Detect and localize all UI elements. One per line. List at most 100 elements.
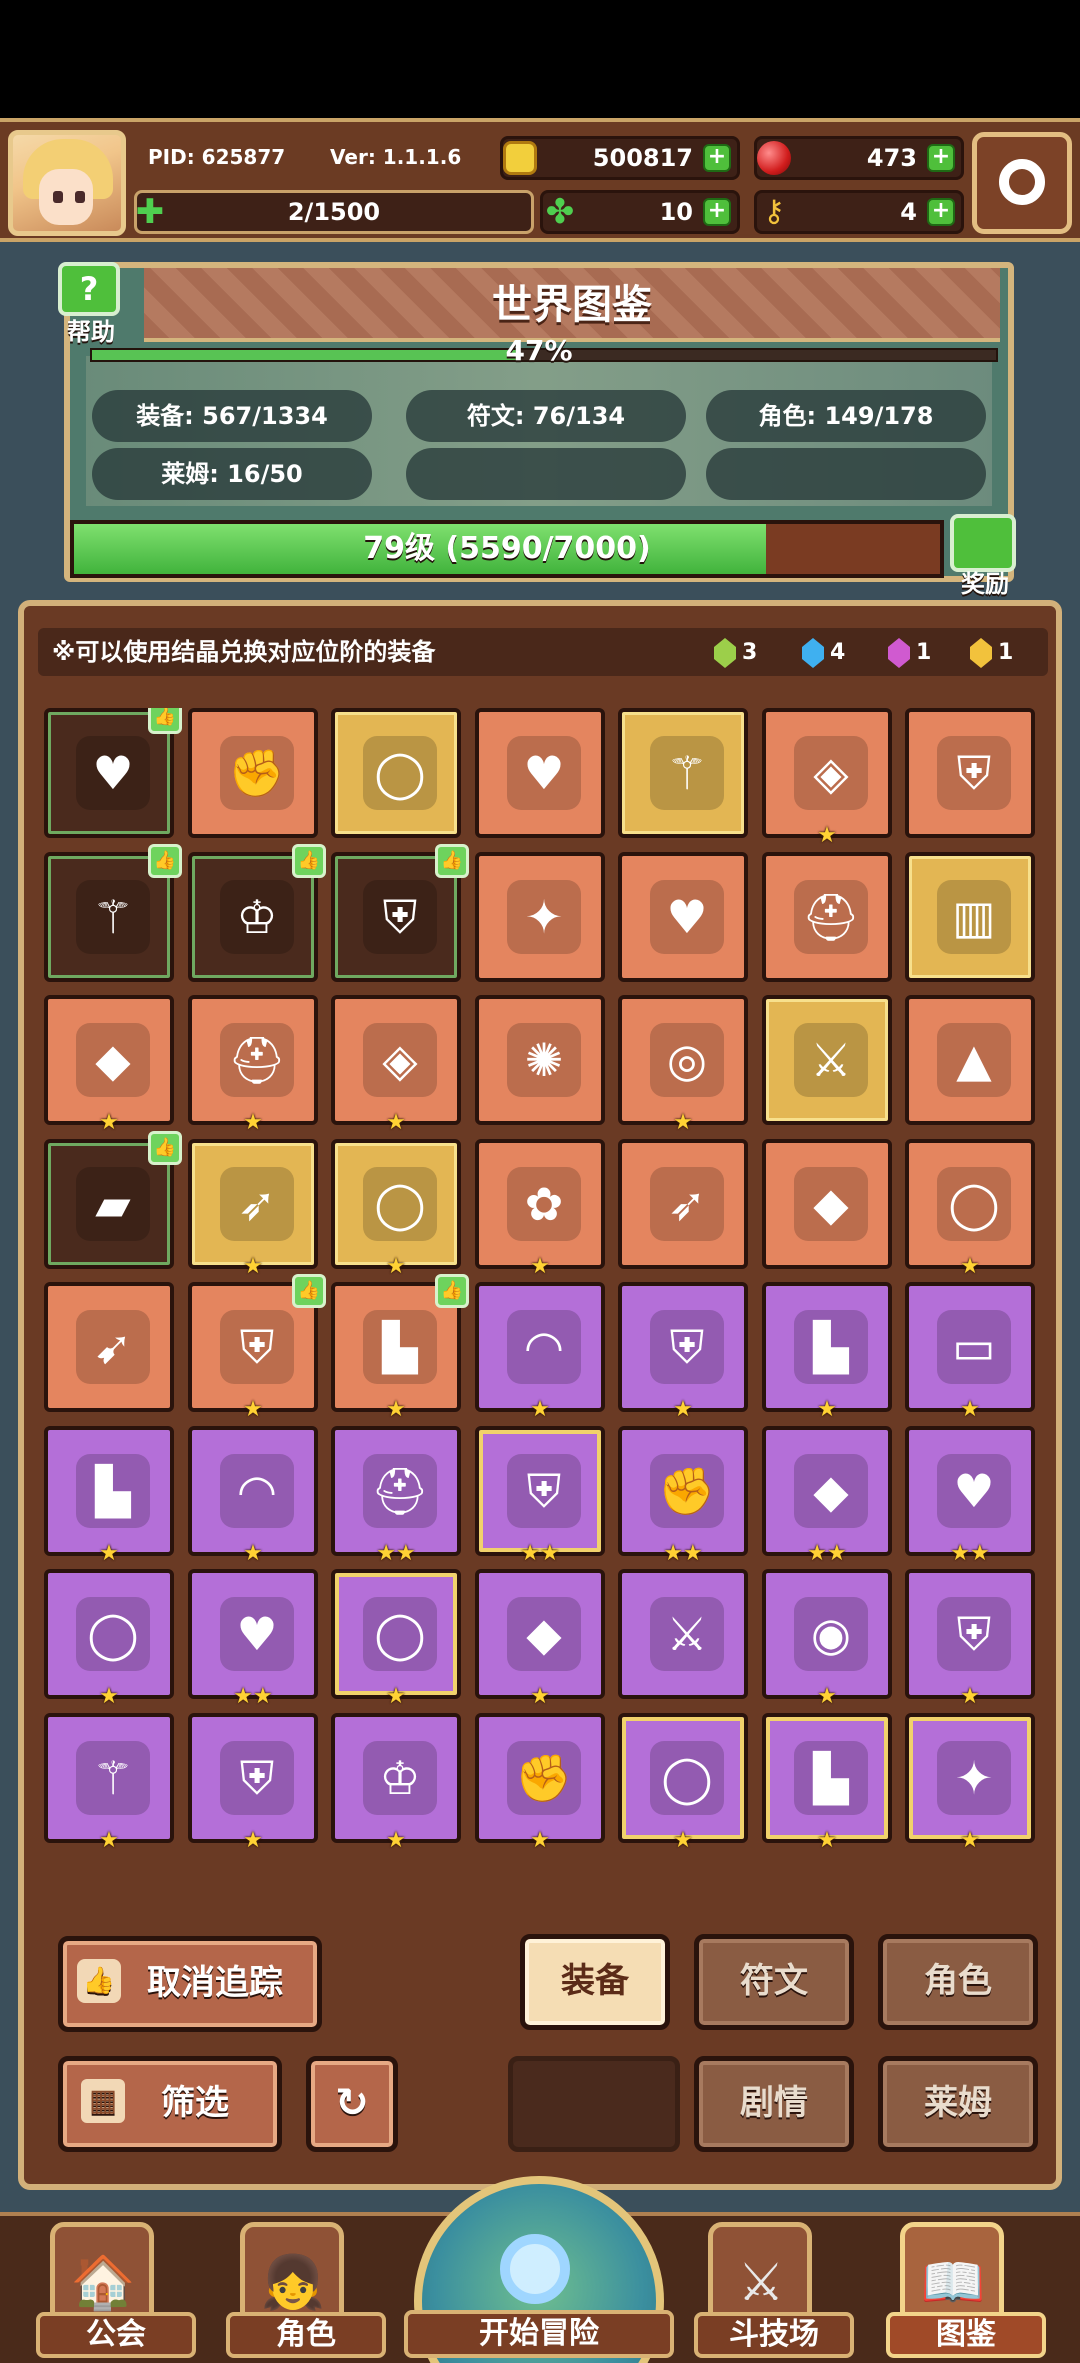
tab-equipment[interactable]: 装备: [520, 1934, 670, 2030]
item-cell-silver-cross-amulet[interactable]: ✦: [475, 852, 605, 982]
item-cell-heart-necklace[interactable]: ♥ 👍: [44, 708, 182, 838]
item-cell-blue-gem-necklace[interactable]: ♥: [618, 852, 748, 982]
rarity-stars: ★: [99, 1684, 119, 1709]
item-cell-steel-spear[interactable]: ➶ ★: [188, 1139, 318, 1279]
settings-button[interactable]: [972, 132, 1072, 234]
untrack-button[interactable]: 👍 取消追踪: [58, 1936, 322, 2032]
green-crystal-count: 3: [714, 638, 757, 668]
item-cell-silver-boot[interactable]: ▙ ★: [44, 1426, 174, 1566]
add-clover-button[interactable]: +: [703, 198, 731, 226]
item-cell-leather-necklace[interactable]: ◠ ★: [188, 1426, 318, 1566]
item-cell-gold-ring[interactable]: ◯: [331, 708, 461, 838]
item-cell-green-hood[interactable]: ▲: [905, 995, 1035, 1125]
nav-collection[interactable]: 📖 图鉴: [886, 2216, 1046, 2363]
tab-story[interactable]: 剧情: [694, 2056, 854, 2152]
item-cell-crystal-boots[interactable]: ▙ ★ 👍: [331, 1274, 469, 1422]
item-cell-round-shield[interactable]: ◉ ★: [762, 1569, 892, 1709]
item-cell-diamond-ring[interactable]: ◯ ★: [331, 1569, 461, 1709]
item-cell-gem-brooch[interactable]: ✦ ★: [905, 1713, 1035, 1853]
item-cell-gold-shield-pendant[interactable]: ◆ ★: [44, 995, 174, 1135]
fur-collar-icon: ◠: [507, 1310, 581, 1384]
item-cell-iron-chestplate[interactable]: ⛨ ★: [618, 1282, 748, 1422]
crystal-armor-icon: ⛨: [220, 1310, 294, 1384]
nav-start-adventure[interactable]: 开始冒险: [404, 2176, 674, 2363]
dark-ring-icon: ◯: [76, 1597, 150, 1671]
tracked-thumbs-up-icon: 👍: [148, 708, 182, 734]
rarity-stars: ★: [960, 1684, 980, 1709]
item-cell-ruby-medallion[interactable]: ◆: [762, 1139, 892, 1269]
item-cell-gilded-armor[interactable]: ⛨ ★: [188, 1713, 318, 1853]
untrack-label: 取消追踪: [147, 1963, 283, 2003]
item-cell-gold-crown-helm[interactable]: ♔ ★: [331, 1713, 461, 1853]
refresh-button[interactable]: ↻: [306, 2056, 398, 2152]
tab-runes[interactable]: 符文: [694, 1934, 854, 2030]
item-cell-sun-ring[interactable]: ✺: [475, 995, 605, 1125]
rarity-stars: ★: [673, 1397, 693, 1422]
item-cell-black-ring[interactable]: ◯ ★: [618, 1713, 748, 1853]
item-cell-gold-helmet[interactable]: ⛑ ★: [188, 995, 318, 1135]
item-cell-silver-sword[interactable]: ⚔: [618, 1569, 748, 1699]
item-cell-crossbow[interactable]: ➹: [44, 1282, 174, 1412]
gold-boots-icon: ▙: [794, 1741, 868, 1815]
player-avatar[interactable]: [8, 130, 126, 236]
add-key-button[interactable]: +: [927, 198, 955, 226]
item-cell-green-cloak[interactable]: ▰ 👍: [44, 1131, 182, 1269]
item-cell-red-boots[interactable]: ▙ ★: [762, 1282, 892, 1422]
item-cell-dark-armor[interactable]: ⛨ ★★: [475, 1426, 605, 1566]
stamina-value: 2/1500: [287, 198, 381, 226]
item-cell-gold-boots[interactable]: ▙ ★: [762, 1713, 892, 1853]
flintlock-pistol-icon: ▭: [937, 1310, 1011, 1384]
item-cell-winged-helmet[interactable]: ⛑: [762, 852, 892, 982]
add-ruby-button[interactable]: +: [927, 144, 955, 172]
gear-icon: [999, 159, 1045, 205]
item-cell-leather-vest[interactable]: ⛨ 👍: [331, 844, 469, 982]
question-icon: ?: [58, 262, 120, 316]
item-cell-flintlock-pistol[interactable]: ▭ ★: [905, 1282, 1035, 1422]
item-cell-gauntlet[interactable]: ✊: [188, 708, 318, 838]
item-cell-diamond-amulet[interactable]: ◆ ★: [475, 1569, 605, 1709]
filter-button[interactable]: ▦ 筛选: [58, 2056, 282, 2152]
ruby-gem-icon: [757, 141, 791, 175]
nav-arena[interactable]: ⚔ 斗技场: [694, 2216, 854, 2363]
tracked-thumbs-up-icon: 👍: [292, 844, 326, 878]
item-cell-chest-armor[interactable]: ⛨: [905, 708, 1035, 838]
item-cell-dark-helmet[interactable]: ⛑ ★★: [331, 1426, 461, 1566]
tab-characters[interactable]: 角色: [878, 1934, 1038, 2030]
item-cell-ruby-ring[interactable]: ◯ ★: [905, 1139, 1035, 1279]
item-cell-ruby-amulet[interactable]: ◈ ★: [762, 708, 892, 848]
bottom-navigation: 🏠 公会 👧 角色 开始冒险 ⚔ 斗技场 📖 图鉴: [0, 2176, 1080, 2363]
item-cell-dark-gauntlet[interactable]: ✊ ★★: [618, 1426, 748, 1566]
item-cell-jeweled-ring[interactable]: ◯ ★: [331, 1139, 461, 1279]
item-cell-red-bracelet[interactable]: ◎ ★: [618, 995, 748, 1135]
item-cell-ruby-collar[interactable]: ◈ ★: [331, 995, 461, 1135]
item-cell-golden-arrow[interactable]: ➶: [618, 1139, 748, 1269]
tab-slimes[interactable]: 莱姆: [878, 2056, 1038, 2152]
help-button[interactable]: ? 帮助: [54, 262, 134, 346]
item-cell-gold-star-medallion[interactable]: ◆ ★★: [762, 1426, 892, 1566]
item-cell-heart-amulet[interactable]: ♥: [475, 708, 605, 838]
collection-level-bar: 79级 (5590/7000): [70, 520, 944, 578]
add-gold-button[interactable]: +: [703, 144, 731, 172]
item-cell-ruby-chestplate[interactable]: ⛨ ★: [905, 1569, 1035, 1709]
collection-summary-panel: 世界图鉴 ? 帮助 47% 装备: 567/1334 符文: 76/134 角色…: [58, 262, 1016, 598]
item-cell-wooden-club[interactable]: ⚚ 👍: [44, 844, 182, 982]
item-cell-dark-gloves[interactable]: ✊ ★: [475, 1713, 605, 1853]
item-cell-star-scepter[interactable]: ⚚ ★: [44, 1713, 174, 1853]
guild-house-icon: 🏠: [70, 2253, 136, 2313]
nav-guild[interactable]: 🏠 公会: [36, 2216, 196, 2363]
item-cell-gold-bucket-helm[interactable]: ▥: [905, 852, 1035, 982]
reward-button[interactable]: 奖励: [942, 510, 1024, 598]
item-cell-fur-collar[interactable]: ◠ ★: [475, 1282, 605, 1422]
item-cell-crystal-armor[interactable]: ⛨ ★ 👍: [188, 1274, 326, 1422]
item-cell-dark-heart-necklace[interactable]: ♥ ★★: [905, 1426, 1035, 1566]
leather-vest-icon: ⛨: [363, 880, 437, 954]
nav-characters[interactable]: 👧 角色: [226, 2216, 386, 2363]
item-cell-golden-staff[interactable]: ⚚: [618, 708, 748, 838]
item-cell-iron-crown[interactable]: ♔ 👍: [188, 844, 326, 982]
rarity-stars: ★: [673, 1828, 693, 1853]
item-cell-flower-amulet[interactable]: ✿ ★: [475, 1139, 605, 1279]
item-cell-dark-ring[interactable]: ◯ ★: [44, 1569, 174, 1709]
item-cell-gem-necklace[interactable]: ♥ ★★: [188, 1569, 318, 1709]
item-cell-jade-sword[interactable]: ⚔: [762, 995, 892, 1125]
sun-ring-icon: ✺: [507, 1023, 581, 1097]
